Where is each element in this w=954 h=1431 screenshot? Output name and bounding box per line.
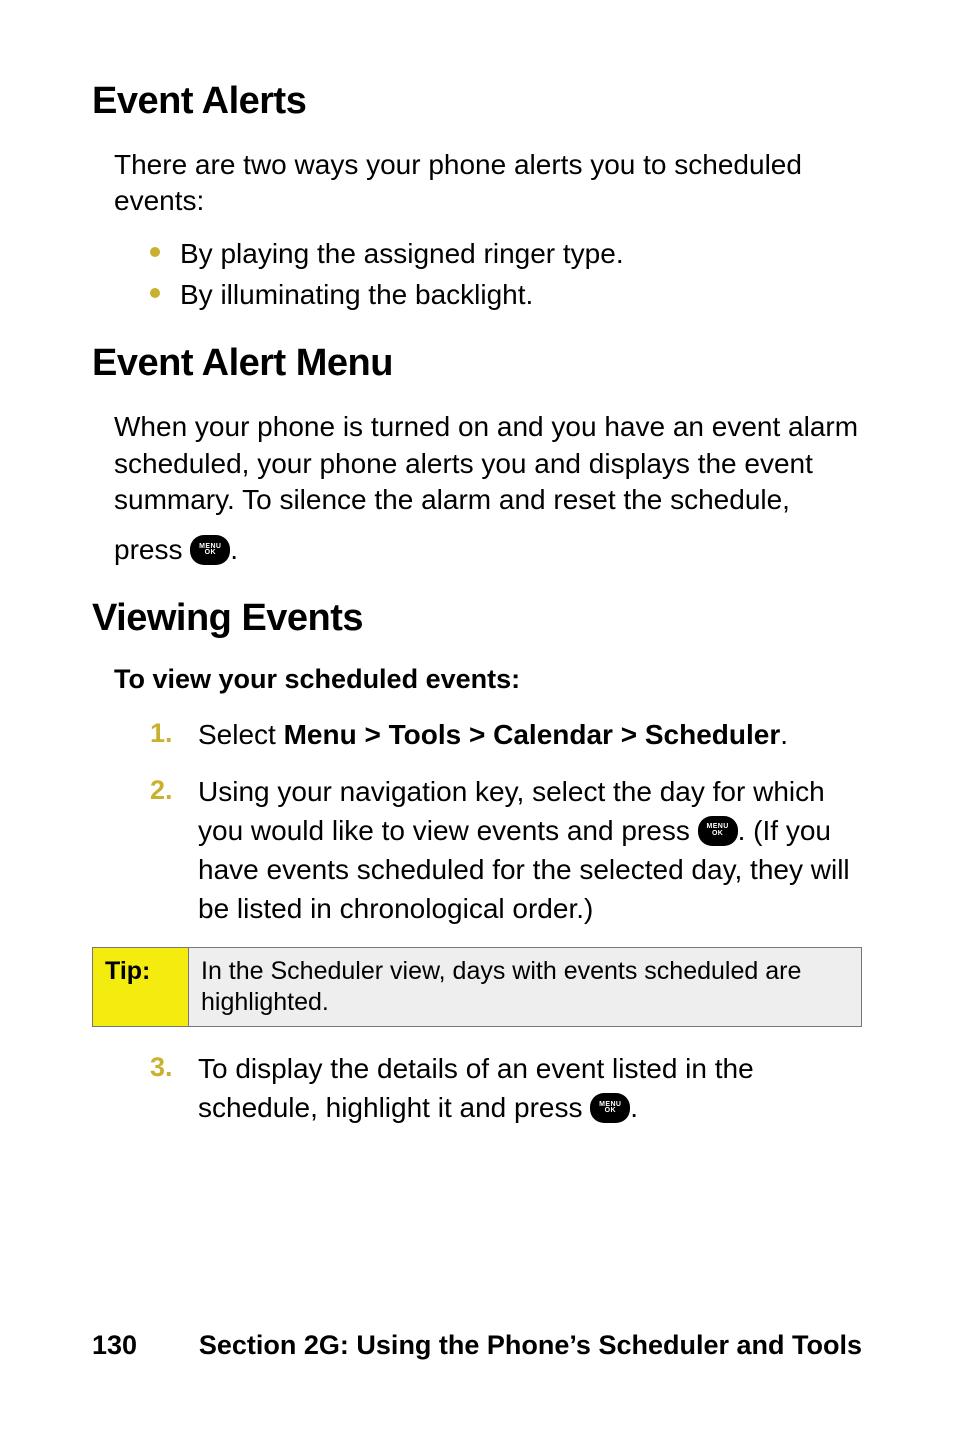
- text-fragment: Select: [198, 719, 284, 750]
- text-fragment: .: [230, 534, 238, 565]
- text-fragment: .: [630, 1092, 638, 1123]
- text-fragment: press: [114, 534, 190, 565]
- list-item: By illuminating the backlight.: [150, 275, 862, 314]
- step-2: Using your navigation key, select the da…: [150, 772, 862, 929]
- heading-event-alerts: Event Alerts: [92, 80, 862, 123]
- menu-ok-button-icon: MENU OK: [698, 816, 738, 846]
- menu-ok-button-icon: MENU OK: [190, 535, 230, 565]
- page-number: 130: [92, 1330, 137, 1361]
- tip-label: Tip:: [93, 947, 189, 1027]
- section-title: Section 2G: Using the Phone’s Scheduler …: [199, 1330, 862, 1361]
- text-fragment: To display the details of an event liste…: [198, 1053, 754, 1123]
- icon-label-line2: OK: [205, 550, 216, 556]
- text-fragment: .: [780, 719, 788, 750]
- menu-path: Menu > Tools > Calendar > Scheduler: [284, 719, 781, 750]
- tip-callout: Tip: In the Scheduler view, days with ev…: [92, 947, 862, 1028]
- icon-label-line2: OK: [712, 831, 723, 837]
- heading-viewing-events: Viewing Events: [92, 597, 862, 640]
- event-alert-menu-para: When your phone is turned on and you hav…: [114, 409, 862, 518]
- heading-event-alert-menu: Event Alert Menu: [92, 342, 862, 385]
- step-3: To display the details of an event liste…: [150, 1049, 862, 1127]
- step-1: Select Menu > Tools > Calendar > Schedul…: [150, 715, 862, 754]
- viewing-events-sub: To view your scheduled events:: [114, 664, 862, 695]
- icon-label-line2: OK: [605, 1108, 616, 1114]
- list-item: By playing the assigned ringer type.: [150, 234, 862, 273]
- event-alert-menu-press: press MENU OK .: [114, 532, 862, 568]
- page-footer: 130 Section 2G: Using the Phone’s Schedu…: [92, 1330, 862, 1361]
- tip-text: In the Scheduler view, days with events …: [189, 947, 862, 1027]
- menu-ok-button-icon: MENU OK: [590, 1093, 630, 1123]
- event-alerts-lead: There are two ways your phone alerts you…: [114, 147, 862, 220]
